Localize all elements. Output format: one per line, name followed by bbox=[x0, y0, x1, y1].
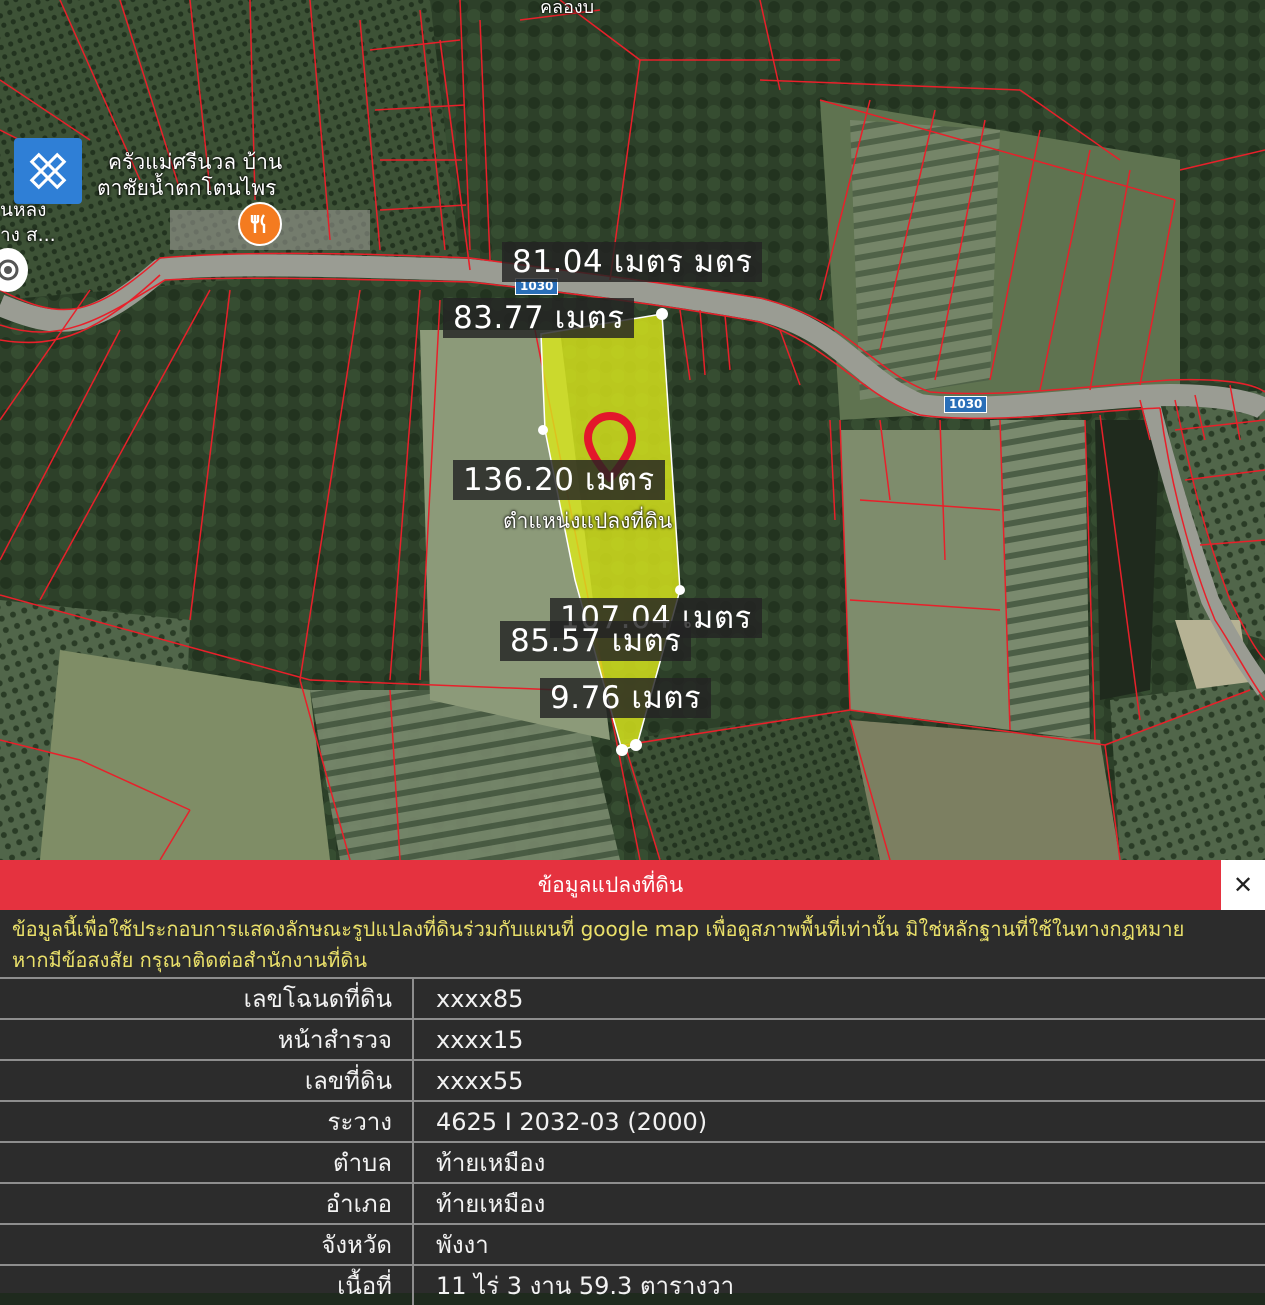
parcel-vertex[interactable] bbox=[656, 308, 668, 320]
measurement-label: 81.04 เมตร มตร bbox=[502, 242, 763, 282]
land-info-panel: ข้อมูลแปลงที่ดิน ✕ ข้อมูลนี้เพื่อใช้ประก… bbox=[0, 860, 1265, 1305]
table-row: เลขที่ดิน xxxx55 bbox=[0, 1059, 1265, 1101]
row-label: เลขโฉนดที่ดิน bbox=[0, 977, 414, 1019]
row-value: 11 ไร่ 3 งาน 59.3 ตารางวา bbox=[413, 1264, 1265, 1305]
row-value: ท้ายเหมือง bbox=[413, 1141, 1265, 1183]
table-row: จังหวัด พังงา bbox=[0, 1223, 1265, 1265]
row-label: หน้าสำรวจ bbox=[0, 1018, 414, 1060]
row-value: พังงา bbox=[413, 1223, 1265, 1265]
measurement-label: 9.76 เมตร bbox=[540, 678, 712, 718]
row-value: xxxx85 bbox=[413, 977, 1265, 1019]
land-info-table: เลขโฉนดที่ดิน xxxx85 หน้าสำรวจ xxxx15 เลขท… bbox=[0, 977, 1265, 1305]
row-label: จังหวัด bbox=[0, 1223, 414, 1265]
ruler-pencil-icon bbox=[29, 152, 67, 190]
fork-knife-icon bbox=[250, 214, 266, 233]
disclaimer-notice: ข้อมูลนี้เพื่อใช้ประกอบการแสดงลักษณะรูปแ… bbox=[12, 914, 1257, 976]
measurement-label: 136.20 เมตร bbox=[453, 460, 665, 500]
disclaimer-line: ข้อมูลนี้เพื่อใช้ประกอบการแสดงลักษณะรูปแ… bbox=[12, 917, 1185, 941]
table-row: ตำบล ท้ายเหมือง bbox=[0, 1141, 1265, 1183]
table-row: ระวาง 4625 I 2032-03 (2000) bbox=[0, 1100, 1265, 1142]
table-row: เลขโฉนดที่ดิน xxxx85 bbox=[0, 977, 1265, 1019]
road-shield: 1030 bbox=[944, 396, 988, 413]
row-label: อำเภอ bbox=[0, 1182, 414, 1224]
map-place-label: ตาชัยน้ำตกโตนไพร bbox=[97, 176, 277, 200]
row-value: xxxx55 bbox=[413, 1059, 1265, 1101]
close-button[interactable]: ✕ bbox=[1221, 860, 1265, 910]
map-place-label: าง ส... bbox=[0, 224, 56, 246]
row-value: 4625 I 2032-03 (2000) bbox=[413, 1100, 1265, 1142]
parcel-vertex[interactable] bbox=[538, 425, 548, 435]
measurement-label: 85.57 เมตร bbox=[500, 621, 692, 661]
row-value: xxxx15 bbox=[413, 1018, 1265, 1060]
row-label: เนื้อที่ bbox=[0, 1264, 414, 1305]
restaurant-marker-icon[interactable] bbox=[238, 202, 282, 246]
row-label: ระวาง bbox=[0, 1100, 414, 1142]
parcel-vertex[interactable] bbox=[616, 744, 628, 756]
target-icon bbox=[0, 259, 19, 281]
map-view[interactable]: คลองบ ครัวแม่ศรีนวล บ้าน ตาชัยน้ำตกโตนไพ… bbox=[0, 0, 1265, 860]
disclaimer-line: หากมีข้อสงสัย กรุณาติดต่อสำนักงานที่ดิน bbox=[12, 948, 367, 972]
measurement-label: 83.77 เมตร bbox=[443, 298, 635, 338]
table-row: อำเภอ ท้ายเหมือง bbox=[0, 1182, 1265, 1224]
table-row: หน้าสำรวจ xxxx15 bbox=[0, 1018, 1265, 1060]
row-value: ท้ายเหมือง bbox=[413, 1182, 1265, 1224]
row-label: เลขที่ดิน bbox=[0, 1059, 414, 1101]
map-place-label: คลองบ bbox=[540, 0, 595, 18]
parcel-vertex[interactable] bbox=[675, 585, 685, 595]
table-row: เนื้อที่ 11 ไร่ 3 งาน 59.3 ตารางวา bbox=[0, 1264, 1265, 1305]
row-label: ตำบล bbox=[0, 1141, 414, 1183]
panel-title: ข้อมูลแปลงที่ดิน bbox=[0, 860, 1221, 910]
pin-label: ตำแหน่งแปลงที่ดิน bbox=[503, 509, 673, 533]
parcel-vertex[interactable] bbox=[630, 739, 642, 751]
